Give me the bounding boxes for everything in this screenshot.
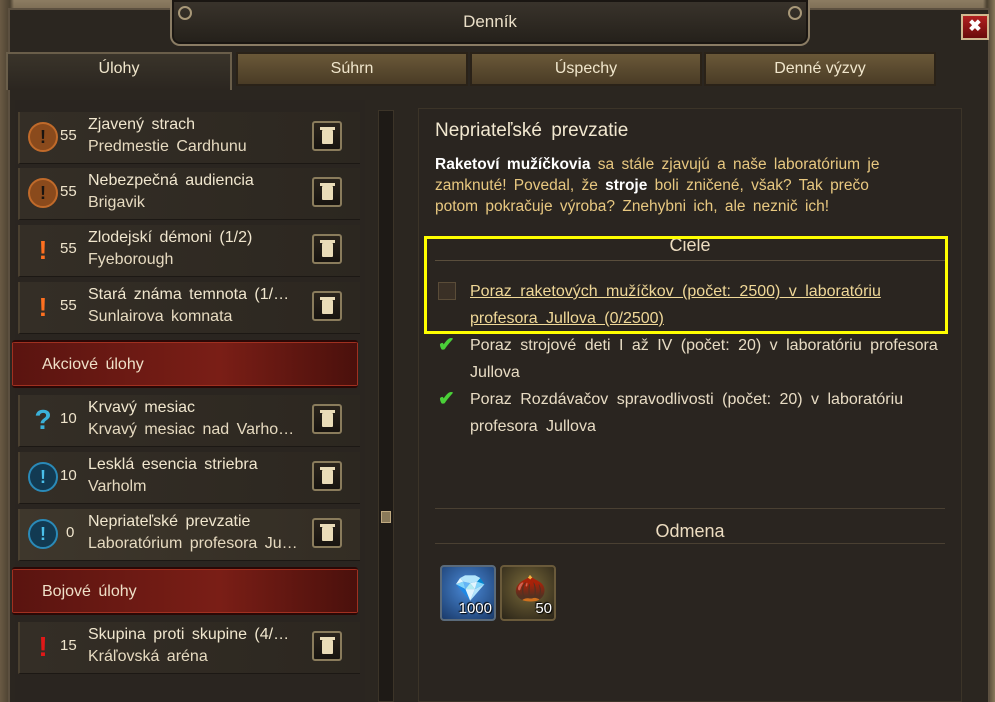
quest-level: 10	[60, 467, 77, 484]
quest-row[interactable]: ! 55 Zlodejskí démoni (1/2) Fyeborough	[18, 225, 360, 277]
quest-location: Brigavik	[88, 194, 145, 211]
quest-level: 10	[60, 410, 77, 427]
checkmark-icon: ✔	[438, 388, 455, 410]
quest-row-selected[interactable]: ! 0 Nepriateľské prevzatie Laboratórium …	[18, 509, 360, 561]
reward-divider	[435, 543, 945, 544]
ornament-right-icon	[788, 6, 802, 20]
abandon-quest-button[interactable]	[312, 461, 342, 491]
abandon-quest-button[interactable]	[312, 631, 342, 661]
tab-bar: Úlohy Súhrn Úspechy Denné výzvy	[6, 52, 946, 90]
category-combat-quests[interactable]: Bojové úlohy	[12, 567, 358, 615]
quest-name: Skupina proti skupine (4/…	[88, 626, 290, 643]
orange-circle-exclamation-icon: !	[28, 178, 58, 208]
quest-row[interactable]: ! 55 Stará známa temnota (1/… Sunlairova…	[18, 282, 360, 334]
quest-row[interactable]: ! 55 Zjavený strach Predmestie Cardhunu	[18, 112, 360, 164]
quest-name: Zlodejskí démoni (1/2)	[88, 229, 253, 246]
quest-description: Raketoví mužíčkovia sa stále zjavujú a n…	[435, 156, 880, 215]
tab-daily-challenges[interactable]: Denné výzvy	[704, 52, 936, 86]
category-label: Akciové úlohy	[42, 356, 144, 373]
quest-name: Zjavený strach	[88, 116, 196, 133]
scrollbar-thumb[interactable]	[381, 511, 391, 523]
abandon-quest-button[interactable]	[312, 518, 342, 548]
close-button[interactable]: ✖	[961, 14, 989, 40]
abandon-quest-button[interactable]	[312, 234, 342, 264]
quest-level: 55	[60, 297, 77, 314]
window-title-bar[interactable]: Denník	[170, 0, 810, 46]
blue-circle-exclamation-icon: !	[28, 462, 58, 492]
abandon-quest-button[interactable]	[312, 177, 342, 207]
quest-level: 0	[66, 524, 75, 541]
quest-name: Nebezpečná audiencia	[88, 172, 254, 189]
quest-name: Krvavý mesiac	[88, 399, 196, 416]
quest-level: 55	[60, 127, 77, 144]
tab-summary[interactable]: Súhrn	[236, 52, 468, 86]
quest-level: 55	[60, 183, 77, 200]
quest-location: Varholm	[88, 478, 147, 495]
category-label: Bojové úlohy	[42, 583, 137, 600]
quest-list-scrollbar[interactable]	[378, 110, 394, 702]
quest-name: Nepriateľské prevzatie	[88, 513, 251, 530]
desc-highlight: Raketoví mužíčkovia	[435, 156, 591, 173]
quest-row[interactable]: ! 10 Lesklá esencia striebra Varholm	[18, 452, 360, 504]
category-action-quests[interactable]: Akciové úlohy	[12, 340, 358, 388]
blue-question-icon: ?	[34, 404, 52, 435]
orange-exclamation-icon: !	[38, 292, 48, 322]
reward-header: Odmena	[435, 508, 945, 544]
highlight-box	[424, 236, 948, 334]
quest-row[interactable]: ! 15 Skupina proti skupine (4/… Kráľovsk…	[18, 622, 360, 674]
quest-location: Laboratórium profesora Ju…	[88, 535, 298, 552]
orange-circle-exclamation-icon: !	[28, 122, 58, 152]
quest-location: Fyeborough	[88, 251, 174, 268]
abandon-quest-button[interactable]	[312, 404, 342, 434]
quest-row[interactable]: ? 10 Krvavý mesiac Krvavý mesiac nad Var…	[18, 395, 360, 447]
blue-circle-exclamation-icon: !	[28, 519, 58, 549]
quest-name: Stará známa temnota (1/…	[88, 286, 290, 303]
reward-acorn[interactable]: 🌰 50	[500, 565, 556, 621]
quest-location: Kráľovská aréna	[88, 648, 208, 665]
quest-name: Lesklá esencia striebra	[88, 456, 258, 473]
orange-exclamation-icon: !	[38, 235, 48, 265]
checkmark-icon: ✔	[438, 334, 455, 356]
tab-achievements[interactable]: Úspechy	[470, 52, 702, 86]
abandon-quest-button[interactable]	[312, 121, 342, 151]
quest-location: Sunlairova komnata	[88, 308, 233, 325]
window-title: Denník	[463, 12, 517, 31]
quest-location: Predmestie Cardhunu	[88, 138, 247, 155]
reward-gems[interactable]: 💎 1000	[440, 565, 496, 621]
quest-row[interactable]: ! 55 Nebezpečná audiencia Brigavik	[18, 168, 360, 220]
abandon-quest-button[interactable]	[312, 291, 342, 321]
quest-level: 55	[60, 240, 77, 257]
quest-location: Krvavý mesiac nad Varho…	[88, 421, 295, 438]
desc-highlight: stroje	[605, 177, 648, 194]
reward-count: 1000	[458, 600, 492, 617]
quest-level: 15	[60, 637, 77, 654]
goal-text: Poraz strojové deti I až IV (počet: 20) …	[470, 337, 938, 381]
goal-text: Poraz Rozdávačov spravodlivosti (počet: …	[470, 391, 904, 435]
red-exclamation-icon: !	[38, 631, 48, 662]
reward-count: 50	[535, 600, 552, 617]
quest-detail-title: Nepriateľské prevzatie	[435, 120, 629, 141]
tab-quests[interactable]: Úlohy	[6, 52, 232, 90]
